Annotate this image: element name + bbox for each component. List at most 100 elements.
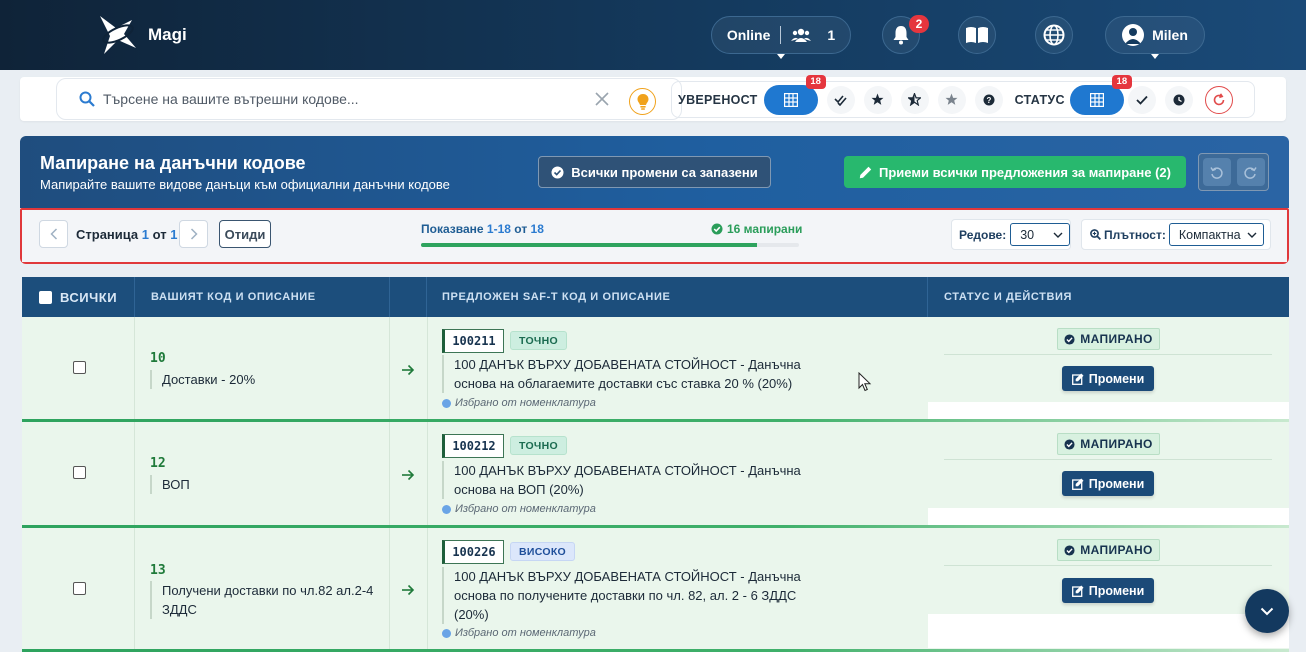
edit-mapping-button[interactable]: Промени bbox=[1062, 366, 1154, 391]
grid-icon bbox=[783, 92, 798, 107]
edit-label: Промени bbox=[1088, 476, 1145, 491]
undo-button[interactable] bbox=[1202, 158, 1231, 186]
scroll-down-button[interactable] bbox=[1245, 589, 1289, 633]
chevron-down-icon bbox=[1053, 232, 1063, 238]
table-row: 12 ВОП 100212 ТОЧНО 100 ДАНЪК ВЪРХУ ДОБА… bbox=[22, 422, 1289, 528]
panel-header: Мапиране на данъчни кодове Мапирайте ваш… bbox=[20, 136, 1289, 208]
rows-select[interactable]: 30 bbox=[1010, 223, 1070, 246]
filter-pending-button[interactable] bbox=[1164, 85, 1193, 114]
saved-status-button[interactable]: Всички промени са запазени bbox=[538, 156, 771, 188]
user-menu-button[interactable]: Milen bbox=[1105, 16, 1205, 59]
zoom-icon bbox=[1090, 229, 1101, 240]
chevron-down-icon bbox=[777, 54, 785, 59]
confidence-badge: ВИСОКО bbox=[510, 542, 575, 561]
status-filter-label: СТАТУС bbox=[1014, 92, 1065, 107]
search-input[interactable] bbox=[103, 91, 583, 107]
selection-source-text: Избрано от номенклатура bbox=[455, 503, 596, 515]
row-checkbox[interactable] bbox=[73, 361, 86, 374]
edit-mapping-button[interactable]: Промени bbox=[1062, 578, 1154, 603]
mapped-count-label: 16 мапирани bbox=[727, 222, 803, 236]
magi-logo-icon bbox=[100, 16, 136, 54]
select-all-header[interactable]: ВСИЧКИ bbox=[22, 277, 135, 317]
selection-source: Избрано от номенклатура bbox=[442, 627, 596, 639]
status-badge: МАПИРАНО bbox=[1057, 433, 1160, 455]
page-subtitle: Мапирайте вашите видове данъци към офици… bbox=[40, 177, 450, 192]
total-pages: 1 bbox=[170, 227, 178, 242]
divider bbox=[134, 317, 135, 419]
divider bbox=[427, 528, 428, 652]
filter-high-button[interactable] bbox=[863, 85, 892, 114]
density-select[interactable]: Компактна bbox=[1168, 223, 1264, 246]
edit-label: Промени bbox=[1088, 583, 1145, 598]
status-count-badge: 18 bbox=[1111, 74, 1132, 89]
saf-code: 100226 bbox=[442, 540, 504, 564]
online-users-button[interactable]: Online 1 bbox=[711, 16, 851, 59]
accept-all-button[interactable]: Приеми всички предложения за мапиране (2… bbox=[844, 156, 1186, 188]
book-icon bbox=[966, 27, 988, 43]
row-checkbox[interactable] bbox=[73, 582, 86, 595]
row-code: 12 bbox=[150, 456, 166, 471]
pencil-icon bbox=[859, 166, 872, 178]
docs-button[interactable] bbox=[958, 16, 996, 54]
clock-icon bbox=[1173, 94, 1185, 105]
row-code: 10 bbox=[150, 351, 166, 366]
divider bbox=[427, 317, 428, 419]
status-all-button[interactable]: 18 bbox=[1069, 74, 1132, 115]
of-word: от bbox=[152, 227, 167, 242]
confidence-badge: ТОЧНО bbox=[510, 436, 567, 455]
brand-name: Magi bbox=[148, 25, 187, 44]
prev-page-button[interactable] bbox=[39, 220, 68, 248]
divider bbox=[389, 422, 390, 525]
goto-page-button[interactable]: Отиди bbox=[219, 220, 271, 248]
divider bbox=[944, 354, 1272, 355]
redo-button[interactable] bbox=[1236, 158, 1265, 186]
chevron-left-icon bbox=[49, 228, 57, 240]
your-code-header: ВАШИЯТ КОД И ОПИСАНИЕ bbox=[135, 277, 390, 317]
suggested-code-header: ПРЕДЛОЖЕН SAF-T КОД И ОПИСАНИЕ bbox=[427, 277, 928, 317]
reset-filters-button[interactable] bbox=[1204, 85, 1233, 114]
status-text: МАПИРАНО bbox=[1080, 332, 1153, 346]
filter-low-button[interactable] bbox=[937, 85, 966, 114]
filter-medium-button[interactable] bbox=[900, 85, 929, 114]
edit-icon bbox=[1071, 478, 1084, 490]
edit-mapping-button[interactable]: Промени bbox=[1062, 471, 1154, 496]
brand[interactable]: Magi bbox=[96, 14, 187, 56]
check-icon bbox=[1136, 95, 1148, 105]
divider bbox=[427, 422, 428, 525]
chevron-down-icon bbox=[1151, 54, 1159, 59]
density-control: Плътност: Компактна bbox=[1081, 219, 1271, 250]
status-cell-blank bbox=[928, 508, 1289, 525]
language-button[interactable] bbox=[1035, 16, 1073, 54]
edit-icon bbox=[1071, 585, 1084, 597]
suggestions-button[interactable] bbox=[629, 88, 656, 115]
rows-label: Редове: bbox=[959, 227, 1007, 242]
showing-range: Показване 1-18 от 18 bbox=[421, 222, 544, 236]
row-description: Доставки - 20% bbox=[150, 370, 255, 389]
selection-source: Избрано от номенклатура bbox=[442, 397, 596, 409]
rows-per-page-control: Редове: 30 bbox=[951, 219, 1071, 250]
filter-unknown-button[interactable]: ? bbox=[974, 85, 1003, 114]
svg-text:?: ? bbox=[986, 96, 991, 105]
notifications-button[interactable]: 2 bbox=[882, 15, 929, 54]
selection-source: Избрано от номенклатура bbox=[442, 503, 596, 515]
pagination-bar: Страница 1 от 1 Отиди Показване 1-18 от … bbox=[20, 208, 1289, 264]
mouse-cursor-icon bbox=[858, 372, 872, 392]
row-checkbox[interactable] bbox=[73, 466, 86, 479]
filter-exact-button[interactable] bbox=[826, 85, 855, 114]
showing-word: Показване bbox=[421, 222, 484, 236]
filter-mapped-button[interactable] bbox=[1127, 85, 1156, 114]
history-controls bbox=[1198, 153, 1269, 191]
select-all-checkbox[interactable] bbox=[39, 290, 52, 304]
saf-description: 100 ДАНЪК ВЪРХУ ДОБАВЕНАТА СТОЙНОСТ - Да… bbox=[442, 567, 812, 624]
online-count: 1 bbox=[827, 27, 836, 43]
clear-icon[interactable] bbox=[595, 92, 609, 106]
current-page: 1 bbox=[141, 227, 150, 242]
status-cell-blank bbox=[928, 614, 1289, 648]
edit-label: Промени bbox=[1088, 371, 1145, 386]
info-icon bbox=[442, 628, 451, 638]
edit-icon bbox=[1071, 373, 1084, 385]
check-circle-icon bbox=[1064, 438, 1075, 450]
table-row: 10 Доставки - 20% 100211 ТОЧНО 100 ДАНЪК… bbox=[22, 317, 1289, 422]
confidence-all-button[interactable]: 18 bbox=[763, 74, 826, 115]
next-page-button[interactable] bbox=[179, 220, 208, 248]
